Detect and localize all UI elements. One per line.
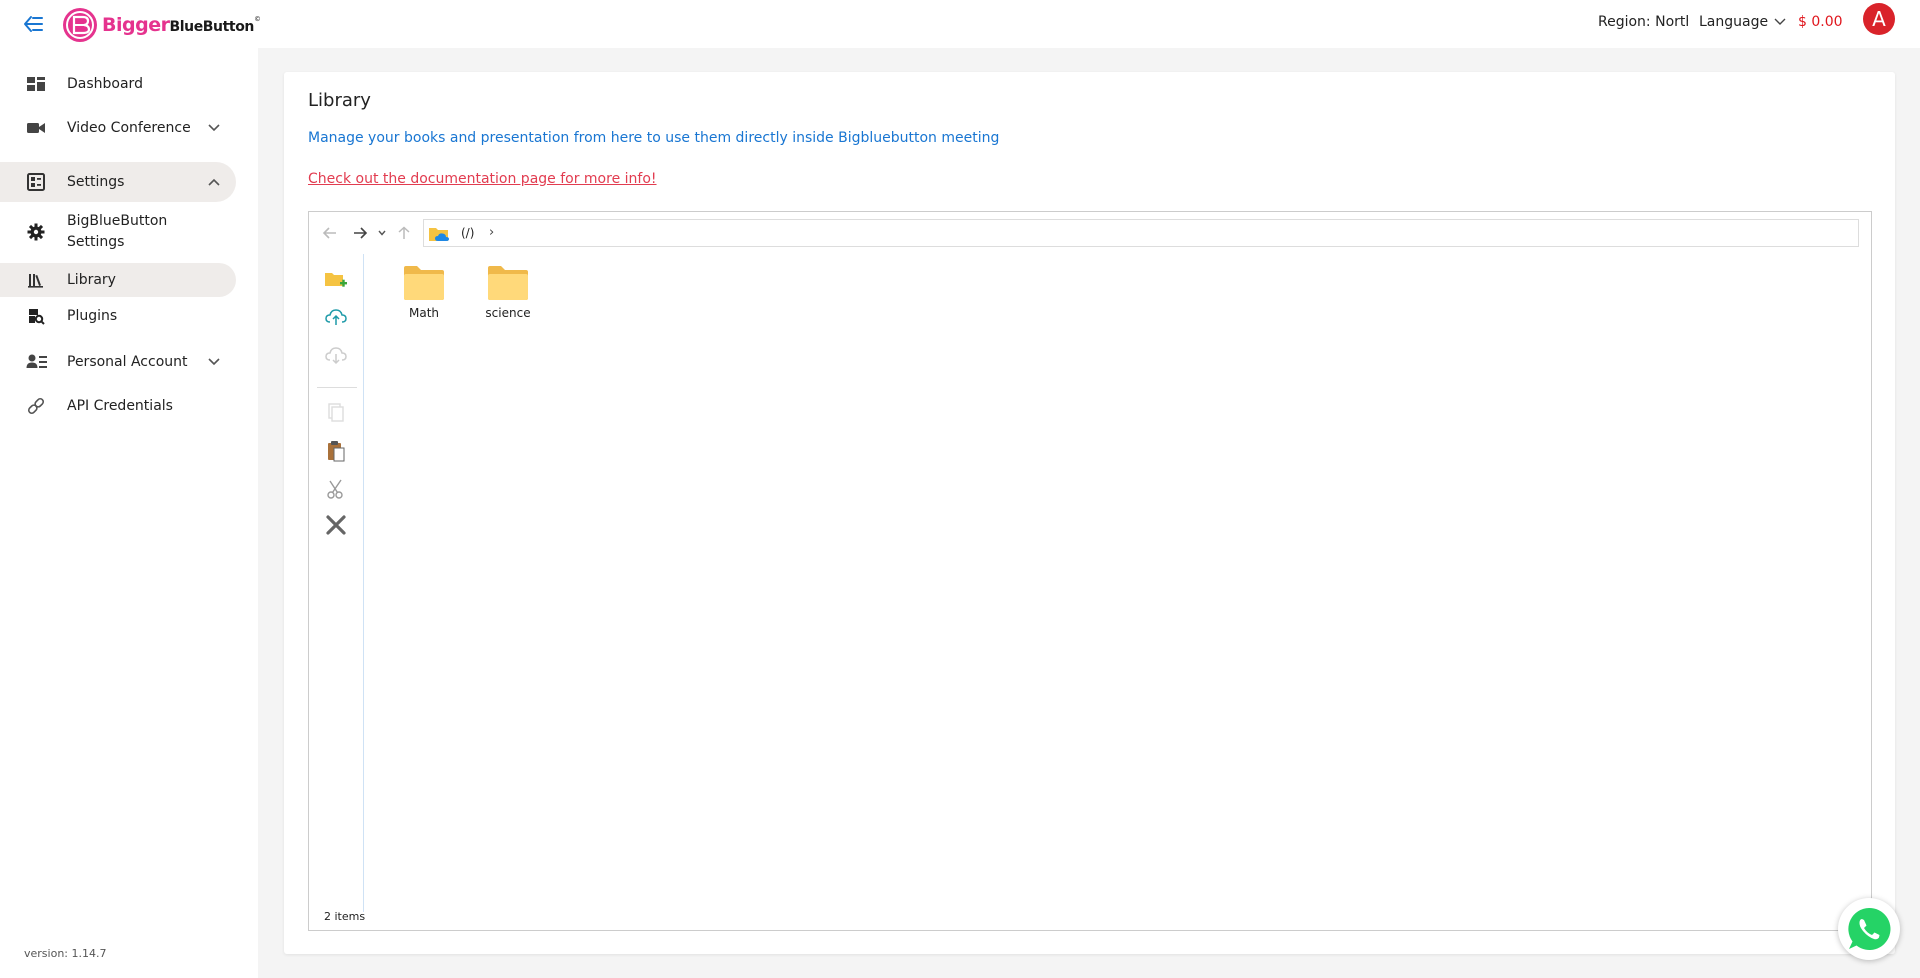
sidebar-item-personal-account[interactable]: Personal Account <box>0 343 236 381</box>
sidebar-item-settings[interactable]: Settings <box>0 162 236 202</box>
region-selector[interactable]: Region: North <box>1598 14 1688 30</box>
sidebar-item-label: Video Conference <box>67 120 191 136</box>
link-icon <box>26 396 46 416</box>
sidebar-item-label: BigBlueButton Settings <box>67 211 167 253</box>
logo-text-bigger: Bigger <box>102 13 170 36</box>
sidebar-item-video-conference[interactable]: Video Conference <box>0 110 236 146</box>
sidebar-item-dashboard[interactable]: Dashboard <box>0 66 236 102</box>
top-bar: BiggerBlueButton© Region: North Language… <box>0 0 1920 48</box>
settings-panel-icon <box>26 172 46 192</box>
chevron-down-icon <box>1774 18 1786 25</box>
new-folder-icon[interactable] <box>323 268 349 294</box>
language-dropdown[interactable]: Language <box>1699 14 1786 30</box>
back-arrow-icon[interactable] <box>319 222 341 244</box>
sidebar-item-label: Plugins <box>67 308 118 324</box>
sidebar-item-label-line1: BigBlueButton <box>67 213 168 229</box>
page-title: Library <box>308 90 371 111</box>
sidebar: Dashboard Video Conference Settings BigB… <box>0 48 258 978</box>
collapse-menu-icon[interactable] <box>22 13 46 35</box>
chevron-down-icon <box>208 124 220 132</box>
history-dropdown-icon[interactable] <box>375 222 389 244</box>
sidebar-item-label: Personal Account <box>67 354 188 370</box>
logo-copyright-mark: © <box>254 14 261 23</box>
folder-icon <box>404 266 444 300</box>
sidebar-item-label-line2: Settings <box>67 234 125 250</box>
cloud-folder-icon <box>428 226 450 246</box>
forward-arrow-icon[interactable] <box>349 222 371 244</box>
item-count-status: 2 items <box>324 910 366 923</box>
toolbar-divider <box>317 387 357 388</box>
paste-icon[interactable] <box>323 438 349 464</box>
up-arrow-icon[interactable] <box>393 222 415 244</box>
logo-text-bluebutton: BlueButton <box>169 18 254 35</box>
library-icon <box>26 270 46 290</box>
upload-cloud-icon[interactable] <box>323 304 349 330</box>
breadcrumb-root[interactable]: (/) <box>461 226 474 240</box>
breadcrumb[interactable]: (/) › <box>423 219 1859 247</box>
file-manager: (/) › Math science 2 items <box>308 211 1872 931</box>
download-cloud-icon[interactable] <box>323 342 349 368</box>
chevron-down-icon <box>208 358 220 366</box>
chevron-up-icon <box>208 178 220 186</box>
logo-mark-icon <box>63 8 97 42</box>
brand-logo[interactable]: BiggerBlueButton© <box>62 6 261 44</box>
sidebar-item-label: Dashboard <box>67 76 143 92</box>
folder-icon <box>488 266 528 300</box>
sidebar-item-label: Library <box>67 272 116 288</box>
whatsapp-chat-button[interactable] <box>1838 898 1900 960</box>
avatar[interactable]: A <box>1863 3 1895 35</box>
dashboard-icon <box>26 74 46 94</box>
folder-name: science <box>485 306 531 320</box>
sidebar-item-api-credentials[interactable]: API Credentials <box>0 388 236 424</box>
library-description: Manage your books and presentation from … <box>308 130 1000 146</box>
library-card: Library Manage your books and presentati… <box>284 72 1895 954</box>
documentation-link[interactable]: Check out the documentation page for mor… <box>308 171 657 187</box>
copy-icon[interactable] <box>323 400 349 426</box>
sidebar-item-bigbluebutton-settings[interactable]: BigBlueButton Settings <box>0 210 236 254</box>
file-toolbar <box>309 254 364 912</box>
folder-name: Math <box>408 306 440 320</box>
breadcrumb-separator: › <box>489 225 495 240</box>
personal-account-icon <box>26 352 47 372</box>
whatsapp-icon <box>1848 907 1891 950</box>
plugins-icon <box>26 306 46 326</box>
folder-item-math[interactable]: Math <box>389 264 459 320</box>
language-label: Language <box>1699 14 1769 30</box>
cut-scissors-icon[interactable] <box>323 476 349 502</box>
sidebar-item-library[interactable]: Library <box>0 263 236 297</box>
delete-x-icon[interactable] <box>323 512 349 538</box>
sidebar-item-plugins[interactable]: Plugins <box>0 299 236 333</box>
gear-icon <box>26 222 46 242</box>
app-version: version: 1.14.7 <box>24 947 107 960</box>
sidebar-item-label: Settings <box>67 174 125 190</box>
sidebar-item-label: API Credentials <box>67 398 173 414</box>
video-camera-icon <box>26 118 46 138</box>
account-balance[interactable]: $ 0.00 <box>1798 14 1843 30</box>
folder-item-science[interactable]: science <box>473 264 543 320</box>
